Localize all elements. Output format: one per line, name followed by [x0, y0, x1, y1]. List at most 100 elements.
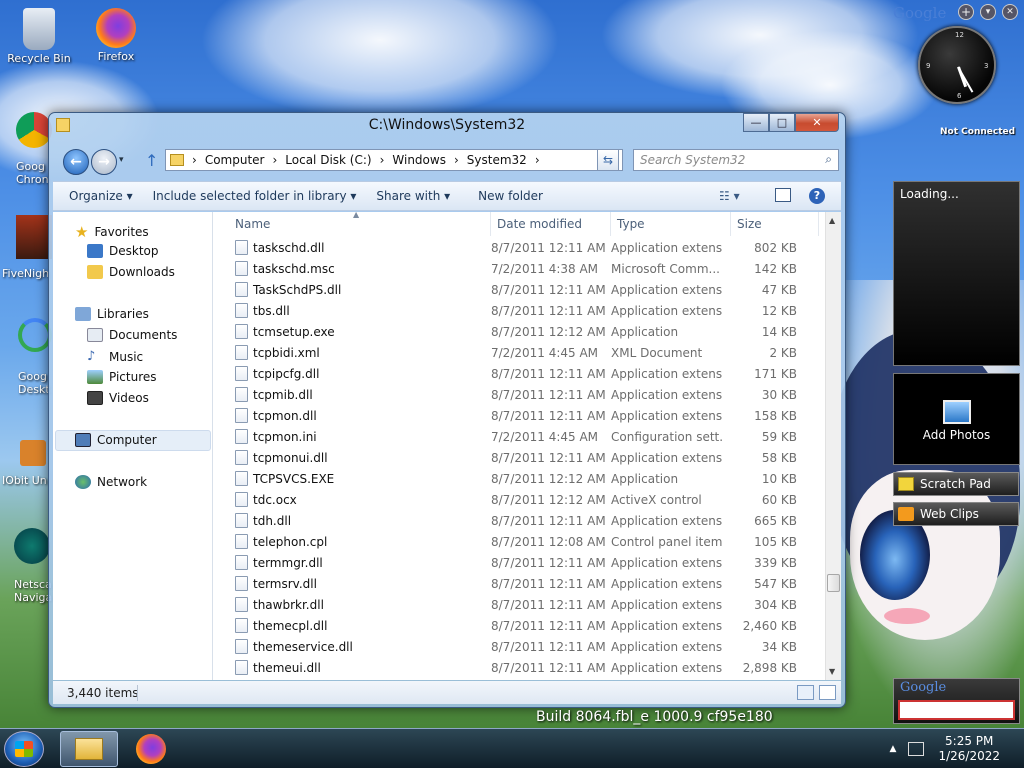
search-input[interactable]: Search System32 ⌕ [633, 149, 839, 171]
table-row[interactable]: tdh.dll 8/7/2011 12:11 AM Application exte… [229, 510, 819, 531]
close-button[interactable]: ✕ [795, 113, 839, 132]
gadget-add-icon[interactable]: + [958, 4, 974, 20]
taskbar-firefox-button[interactable] [122, 731, 180, 767]
table-row[interactable]: tcpipcfg.dll 8/7/2011 12:11 AM Application… [229, 363, 819, 384]
nav-network[interactable]: Network [75, 475, 147, 489]
nav-libraries[interactable]: Libraries [75, 307, 149, 321]
table-row[interactable]: tcpbidi.xml 7/2/2011 4:45 AM XML Document 2… [229, 342, 819, 363]
scroll-down-icon[interactable]: ▼ [829, 667, 835, 676]
column-header-name[interactable]: Name [229, 212, 491, 236]
file-icon [235, 639, 248, 654]
minimize-button[interactable]: — [743, 113, 769, 132]
table-row[interactable]: tcpmon.ini 7/2/2011 4:45 AM Configuration … [229, 426, 819, 447]
desktop-icon-recycle-bin[interactable]: Recycle Bin [5, 8, 73, 65]
network-tray-icon[interactable] [908, 742, 925, 756]
nav-desktop[interactable]: Desktop [87, 244, 159, 258]
back-button[interactable]: ← [63, 149, 89, 175]
help-icon[interactable]: ? [809, 188, 825, 204]
gadget-close-icon[interactable]: ✕ [1002, 4, 1018, 20]
address-bar[interactable]: › Computer › Local Disk (C:) › Windows ›… [165, 149, 623, 171]
desktop-icon-fnaf[interactable]: FiveNigh [2, 215, 52, 280]
file-type: ActiveX control [611, 492, 702, 507]
taskbar-explorer-button[interactable] [60, 731, 118, 767]
fnaf-icon [16, 215, 52, 259]
table-row[interactable]: tcpmib.dll 8/7/2011 12:11 AM Application e… [229, 384, 819, 405]
forward-button[interactable]: → [91, 149, 117, 175]
recent-pages-icon[interactable]: ▾ [119, 155, 124, 165]
nav-documents[interactable]: Documents [87, 328, 177, 342]
file-type: Application extens... [611, 240, 723, 255]
file-date: 8/7/2011 12:11 AM [491, 366, 606, 381]
scroll-up-icon[interactable]: ▲ [829, 216, 835, 225]
table-row[interactable]: TCPSVCS.EXE 8/7/2011 12:12 AM Application 1… [229, 468, 819, 489]
nav-downloads[interactable]: Downloads [87, 265, 175, 279]
breadcrumb-system32[interactable]: System32 [467, 153, 527, 167]
maximize-button[interactable]: □ [769, 113, 795, 132]
table-row[interactable]: termmgr.dll 8/7/2011 12:11 AM Application … [229, 552, 819, 573]
column-header-size[interactable]: Size [731, 212, 819, 236]
file-date: 8/7/2011 12:11 AM [491, 597, 606, 612]
network-icon [75, 475, 91, 489]
thumbnails-view-icon[interactable] [819, 685, 836, 700]
share-with-button[interactable]: Share with ▾ [366, 189, 460, 203]
file-size: 59 KB [761, 429, 797, 444]
breadcrumb-windows[interactable]: Windows [392, 153, 446, 167]
refresh-icon: ⇆ [602, 153, 614, 167]
table-row[interactable]: tcpmon.dll 8/7/2011 12:11 AM Application e… [229, 405, 819, 426]
desktop-icon-firefox[interactable]: Firefox [82, 8, 150, 63]
new-folder-button[interactable]: New folder [460, 189, 553, 203]
nav-computer[interactable]: Computer [75, 433, 157, 447]
table-row[interactable]: themeservice.dll 8/7/2011 12:11 AM Applica… [229, 636, 819, 657]
table-row[interactable]: termsrv.dll 8/7/2011 12:11 AM Application … [229, 573, 819, 594]
photos-gadget[interactable]: Add Photos [893, 373, 1020, 465]
show-hidden-icons-icon[interactable]: ▲ [890, 744, 897, 754]
nav-favorites[interactable]: ★ Favorites [75, 223, 149, 241]
scroll-thumb[interactable] [827, 574, 840, 592]
file-name-cell: tcpmonui.dll [235, 450, 328, 465]
nav-videos[interactable]: Videos [87, 391, 149, 405]
nav-music[interactable]: ♪ Music [87, 349, 143, 364]
table-row[interactable]: themecpl.dll 8/7/2011 12:11 AM Application… [229, 615, 819, 636]
column-header-type[interactable]: Type [611, 212, 731, 236]
table-row[interactable]: tcpmonui.dll 8/7/2011 12:11 AM Application… [229, 447, 819, 468]
file-icon [235, 240, 248, 255]
nav-pictures[interactable]: Pictures [87, 370, 157, 384]
desktop-icon-google-desktop[interactable]: Goog Deskt [18, 318, 52, 396]
preview-pane-icon[interactable] [775, 188, 791, 202]
file-name: termmgr.dll [253, 555, 323, 570]
table-row[interactable]: tdc.ocx 8/7/2011 12:12 AM ActiveX control 6… [229, 489, 819, 510]
gadget-menu-icon[interactable]: ▾ [980, 4, 996, 20]
clock-area[interactable]: 5:25 PM 1/26/2022 [938, 734, 1000, 764]
breadcrumb-local-disk[interactable]: Local Disk (C:) [285, 153, 371, 167]
refresh-button[interactable]: ⇆ [597, 149, 619, 171]
desktop-icon-chrome[interactable]: Goog Chron [16, 112, 52, 186]
column-header-date[interactable]: Date modified [491, 212, 611, 236]
scratch-pad-gadget[interactable]: Scratch Pad [893, 472, 1019, 496]
file-icon [235, 492, 248, 507]
file-icon [235, 366, 248, 381]
start-button[interactable] [4, 731, 44, 767]
file-name-cell: telephon.cpl [235, 534, 327, 549]
google-search-input[interactable] [898, 700, 1015, 720]
file-icon [235, 534, 248, 549]
include-in-library-button[interactable]: Include selected folder in library ▾ [143, 189, 367, 203]
file-date: 8/7/2011 12:11 AM [491, 387, 606, 402]
table-row[interactable]: tcmsetup.exe 8/7/2011 12:12 AM Application… [229, 321, 819, 342]
breadcrumb-computer[interactable]: Computer [205, 153, 265, 167]
organize-button[interactable]: Organize ▾ [53, 189, 143, 203]
table-row[interactable]: taskschd.msc 7/2/2011 4:38 AM Microsoft Co… [229, 258, 819, 279]
view-options-icon[interactable]: ☷ ▾ [719, 189, 740, 203]
details-view-icon[interactable] [797, 685, 814, 700]
table-row[interactable]: telephon.cpl 8/7/2011 12:08 AM Control pan… [229, 531, 819, 552]
desktop-icon-iobit[interactable]: IObit Un [2, 440, 47, 487]
table-row[interactable]: tbs.dll 8/7/2011 12:11 AM Application exte… [229, 300, 819, 321]
table-row[interactable]: themeui.dll 8/7/2011 12:11 AM Application … [229, 657, 819, 678]
web-clips-gadget[interactable]: Web Clips [893, 502, 1019, 526]
table-row[interactable]: taskschd.dll 8/7/2011 12:11 AM Application… [229, 237, 819, 258]
vertical-scrollbar[interactable]: ▲ ▼ [825, 212, 841, 680]
table-row[interactable]: TaskSchdPS.dll 8/7/2011 12:11 AM Applicati… [229, 279, 819, 300]
nav-label: Libraries [97, 307, 149, 321]
table-row[interactable]: thawbrkr.dll 8/7/2011 12:11 AM Application… [229, 594, 819, 615]
up-icon[interactable]: ↑ [145, 151, 158, 170]
desktop-icon-netscape[interactable]: Netsca Naviga [14, 528, 52, 604]
